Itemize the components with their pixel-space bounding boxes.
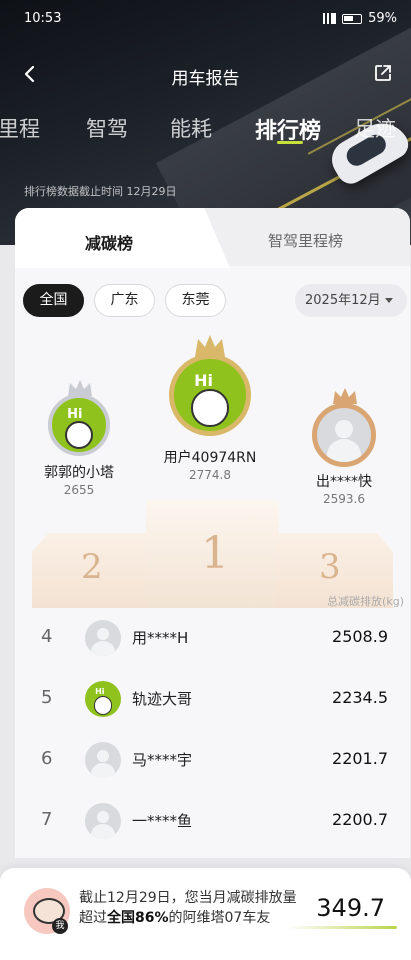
avatar: Hi bbox=[85, 681, 121, 717]
avatar-second[interactable]: Hi bbox=[48, 394, 110, 456]
avatar-first[interactable]: Hi bbox=[169, 354, 251, 436]
table-row[interactable]: 6 马****宇 2201.7 bbox=[15, 730, 410, 790]
my-carbon-value: 349.7 bbox=[316, 894, 385, 922]
row-rank: 6 bbox=[41, 748, 53, 769]
table-row[interactable]: 7 一****鱼 2200.7 bbox=[15, 791, 410, 851]
status-icons: 59% bbox=[320, 11, 397, 26]
status-bar: 10:53 59% bbox=[0, 0, 411, 36]
me-badge: 我 bbox=[52, 918, 68, 934]
row-value: 2200.7 bbox=[332, 810, 388, 829]
battery-icon bbox=[342, 13, 363, 24]
my-ranking-summary: 我 截止12月29日，您当月减碳排放量超过全国86%的阿维塔07车友 349.7 bbox=[0, 868, 411, 960]
active-tab-indicator bbox=[277, 141, 303, 144]
avatar-logo-text: Hi bbox=[194, 370, 214, 390]
row-name: 一****鱼 bbox=[132, 812, 193, 830]
row-rank: 5 bbox=[41, 687, 53, 708]
tab-carbon-ranking[interactable]: 减碳榜 bbox=[85, 230, 133, 254]
row-value: 2234.5 bbox=[332, 688, 388, 707]
ranking-type-tabs: 减碳榜 智驾里程榜 bbox=[15, 208, 410, 268]
avatar bbox=[85, 620, 121, 656]
month-value: 2025年12月 bbox=[305, 293, 381, 308]
tab-mileage[interactable]: 里程 bbox=[0, 113, 40, 143]
avatar bbox=[85, 803, 121, 839]
filter-province[interactable]: 广东 bbox=[94, 284, 155, 317]
tab-smart-driving[interactable]: 智驾 bbox=[86, 113, 128, 143]
filter-national[interactable]: 全国 bbox=[23, 284, 84, 317]
avatar-placeholder-body bbox=[326, 439, 362, 462]
share-icon[interactable] bbox=[373, 63, 393, 83]
podium-first-value: 2774.8 bbox=[189, 468, 231, 482]
signal-icon bbox=[320, 13, 337, 24]
podium: Hi 郭郭的小塔 2655 Hi 用户40974RN 2774.8 出****快… bbox=[15, 328, 410, 618]
hand-graphic bbox=[191, 389, 229, 427]
avatar-placeholder-head bbox=[335, 419, 353, 439]
avatar bbox=[85, 742, 121, 778]
podium-first-name: 用户40974RN bbox=[163, 450, 257, 466]
podium-rank-second: 2 bbox=[81, 547, 103, 587]
row-name: 用****H bbox=[132, 629, 189, 647]
region-filters: 全国 广东 东莞 2025年12月 bbox=[23, 284, 408, 318]
podium-third-value: 2593.6 bbox=[323, 492, 365, 506]
podium-second-value: 2655 bbox=[63, 483, 95, 497]
page-title: 用车报告 bbox=[171, 69, 240, 89]
table-row[interactable]: 4 用****H 2508.9 bbox=[15, 608, 410, 668]
summary-post: 的阿维塔07车友 bbox=[168, 910, 271, 926]
row-value: 2508.9 bbox=[332, 627, 388, 646]
data-cutoff-note: 排行榜数据截止时间 12月29日 bbox=[24, 185, 177, 198]
row-name: 轨迹大哥 bbox=[132, 690, 193, 708]
battery-level: 59% bbox=[368, 11, 397, 26]
ranking-card: 减碳榜 智驾里程榜 全国 广东 东莞 2025年12月 Hi 郭郭的小塔 265… bbox=[15, 208, 410, 858]
tab-energy[interactable]: 能耗 bbox=[170, 113, 212, 143]
row-value: 2201.7 bbox=[332, 749, 388, 768]
month-selector[interactable]: 2025年12月 bbox=[295, 284, 407, 317]
row-rank: 4 bbox=[41, 626, 53, 647]
table-row[interactable]: 5 Hi 轨迹大哥 2234.5 bbox=[15, 669, 410, 729]
tab-smart-mileage-ranking[interactable]: 智驾里程榜 bbox=[268, 230, 343, 251]
hand-graphic bbox=[64, 420, 94, 449]
podium-rank-first: 1 bbox=[201, 528, 229, 579]
podium-rank-third: 3 bbox=[319, 547, 341, 587]
row-name: 马****宇 bbox=[132, 751, 193, 769]
podium-third-name: 出****快 bbox=[316, 474, 372, 490]
avatar-logo-text: Hi bbox=[95, 686, 105, 696]
chevron-down-icon bbox=[385, 298, 393, 303]
summary-highlight: 全国86% bbox=[107, 910, 169, 926]
podium-second-name: 郭郭的小塔 bbox=[44, 465, 114, 481]
avatar-third[interactable] bbox=[312, 403, 376, 467]
value-underline bbox=[287, 926, 397, 929]
avatar-logo-text: Hi bbox=[67, 406, 83, 422]
status-time: 10:53 bbox=[24, 11, 62, 26]
row-rank: 7 bbox=[41, 809, 53, 830]
tab-footprint[interactable]: 足迹 bbox=[354, 113, 396, 143]
nav-bar: 用车报告 bbox=[0, 56, 411, 92]
filter-city[interactable]: 东莞 bbox=[165, 284, 226, 317]
unit-label: 总减碳排放(kg) bbox=[327, 595, 404, 608]
report-tabs: 里程 智驾 能耗 排行榜 足迹 bbox=[0, 113, 411, 153]
summary-text: 截止12月29日，您当月减碳排放量超过全国86%的阿维塔07车友 bbox=[79, 888, 299, 928]
hand-graphic bbox=[93, 696, 113, 715]
